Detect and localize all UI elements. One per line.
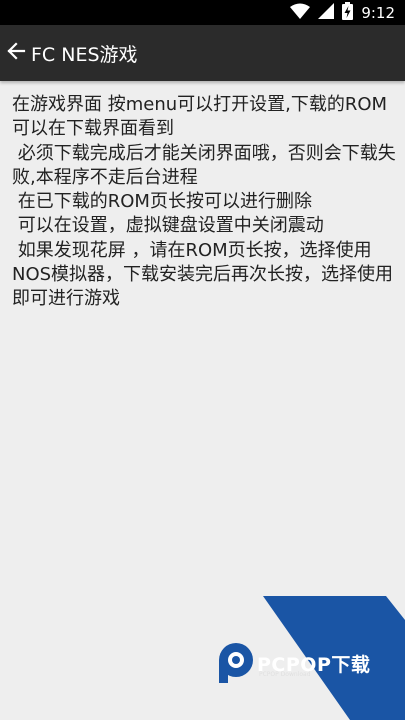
instruction-line: 在游戏界面 按menu可以打开设置,下载的ROM可以在下载界面看到 [12, 94, 388, 140]
pcpop-logo-icon [219, 643, 253, 683]
signal-icon [318, 3, 335, 23]
battery-charging-icon [342, 2, 354, 24]
instruction-line: 如果发现花屏 ，请在ROM页长按，选择使用NOS模拟器，下载安装完后再次长按，选… [12, 239, 394, 310]
instructions-text: 在游戏界面 按menu可以打开设置,下载的ROM可以在下载界面看到 必须下载完成… [12, 93, 397, 312]
wifi-icon [290, 3, 311, 23]
status-icons: 9:12 [290, 2, 395, 24]
instruction-line: 在已下载的ROM页长按可以进行删除 [12, 191, 312, 213]
instruction-line: 必须下载完成后才能关闭界面哦，否则会下载失败,本程序不走后台进程 [12, 142, 396, 188]
back-button[interactable] [3, 40, 29, 66]
watermark-subtitle: PCPOP Download [259, 671, 311, 678]
arrow-back-icon [6, 41, 26, 65]
instruction-line: 可以在设置，虚拟键盘设置中关闭震动 [12, 215, 324, 237]
app-title: FC NES游戏 [31, 43, 138, 66]
app-bar: FC NES游戏 [0, 25, 405, 81]
watermark-brand: PCPOP下载 [257, 654, 371, 676]
status-time: 9:12 [361, 4, 395, 22]
status-bar: 9:12 [0, 0, 405, 25]
